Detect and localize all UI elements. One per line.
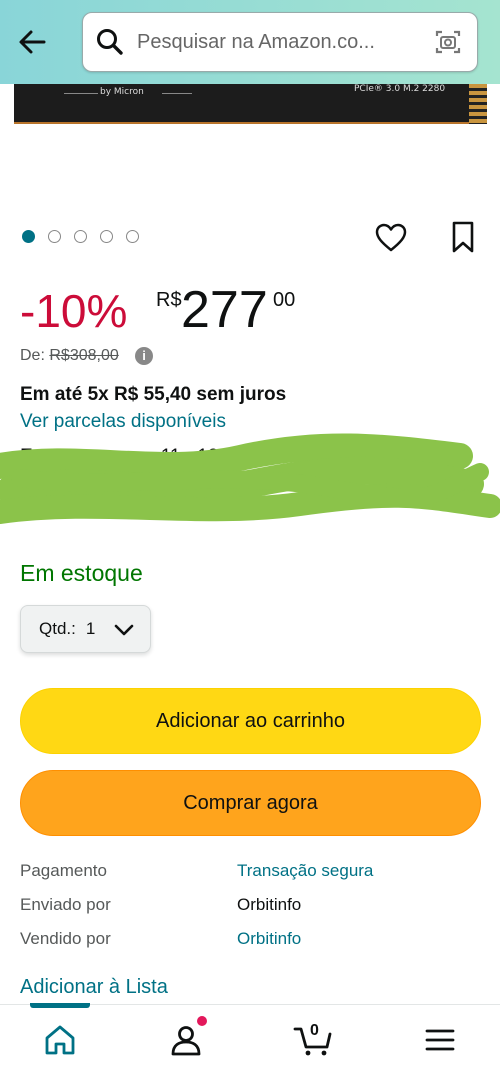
- info-icon[interactable]: i: [135, 347, 153, 365]
- cart-count-badge: 0: [310, 1022, 319, 1039]
- search-icon: [97, 29, 123, 55]
- list-price-label: De:: [20, 347, 45, 364]
- product-image[interactable]: by Micron PCIe® 3.0 M.2 2280: [14, 84, 487, 124]
- carousel-dot[interactable]: [22, 230, 35, 243]
- price-cents: 00: [273, 289, 296, 311]
- price-whole: 277: [181, 281, 268, 339]
- add-to-cart-button[interactable]: Adicionar ao carrinho: [20, 688, 481, 754]
- detail-key: Enviado por: [20, 895, 111, 914]
- notification-dot: [197, 1016, 207, 1026]
- buy-now-button[interactable]: Comprar agora: [20, 770, 481, 836]
- quantity-selector[interactable]: Qtd.: 1: [20, 605, 151, 653]
- back-arrow-icon: [19, 30, 46, 54]
- image-line-right: [162, 93, 192, 94]
- detail-key: Vendido por: [20, 929, 111, 948]
- redaction-scribble: [0, 433, 500, 524]
- home-icon[interactable]: [43, 1023, 77, 1057]
- installments-link[interactable]: Ver parcelas disponíveis: [20, 411, 226, 433]
- carousel-dot[interactable]: [48, 230, 61, 243]
- back-button[interactable]: [12, 22, 52, 62]
- camera-search-icon[interactable]: [433, 27, 463, 57]
- image-line-left: [64, 93, 98, 94]
- menu-icon[interactable]: [423, 1023, 457, 1057]
- quantity-value: 1: [85, 619, 96, 638]
- list-price-value: R$308,00: [49, 347, 119, 364]
- quantity-label: Qtd.:: [39, 619, 76, 638]
- installments-text: Em até 5x R$ 55,40 sem juros: [20, 384, 287, 405]
- chevron-down-icon: [114, 624, 134, 636]
- wishlist-heart-icon[interactable]: [375, 222, 407, 254]
- save-bookmark-icon[interactable]: [449, 220, 477, 254]
- detail-key: Pagamento: [20, 861, 107, 880]
- connector-edge: [469, 84, 487, 124]
- search-input[interactable]: [137, 30, 427, 54]
- seller-link[interactable]: Orbitinfo: [237, 929, 301, 949]
- image-carousel-dots: [22, 230, 139, 243]
- list-price: De: R$308,00: [20, 347, 119, 365]
- carousel-dot[interactable]: [126, 230, 139, 243]
- price-currency: R$: [156, 289, 182, 311]
- carousel-dot[interactable]: [100, 230, 113, 243]
- product-brand-label: by Micron: [100, 87, 144, 97]
- search-bar[interactable]: [82, 12, 478, 72]
- carousel-dot[interactable]: [74, 230, 87, 243]
- top-header: [0, 0, 500, 84]
- discount-percent: -10%: [20, 285, 128, 337]
- add-to-list-link[interactable]: Adicionar à Lista: [20, 976, 168, 999]
- stock-status: Em estoque: [20, 560, 143, 586]
- account-icon[interactable]: [169, 1023, 203, 1057]
- active-tab-indicator: [30, 1003, 90, 1008]
- bottom-navigation: [0, 1003, 500, 1071]
- shipped-by-value: Orbitinfo: [237, 895, 302, 914]
- secure-transaction-link[interactable]: Transação segura: [237, 861, 373, 881]
- product-spec-label: PCIe® 3.0 M.2 2280: [354, 84, 446, 94]
